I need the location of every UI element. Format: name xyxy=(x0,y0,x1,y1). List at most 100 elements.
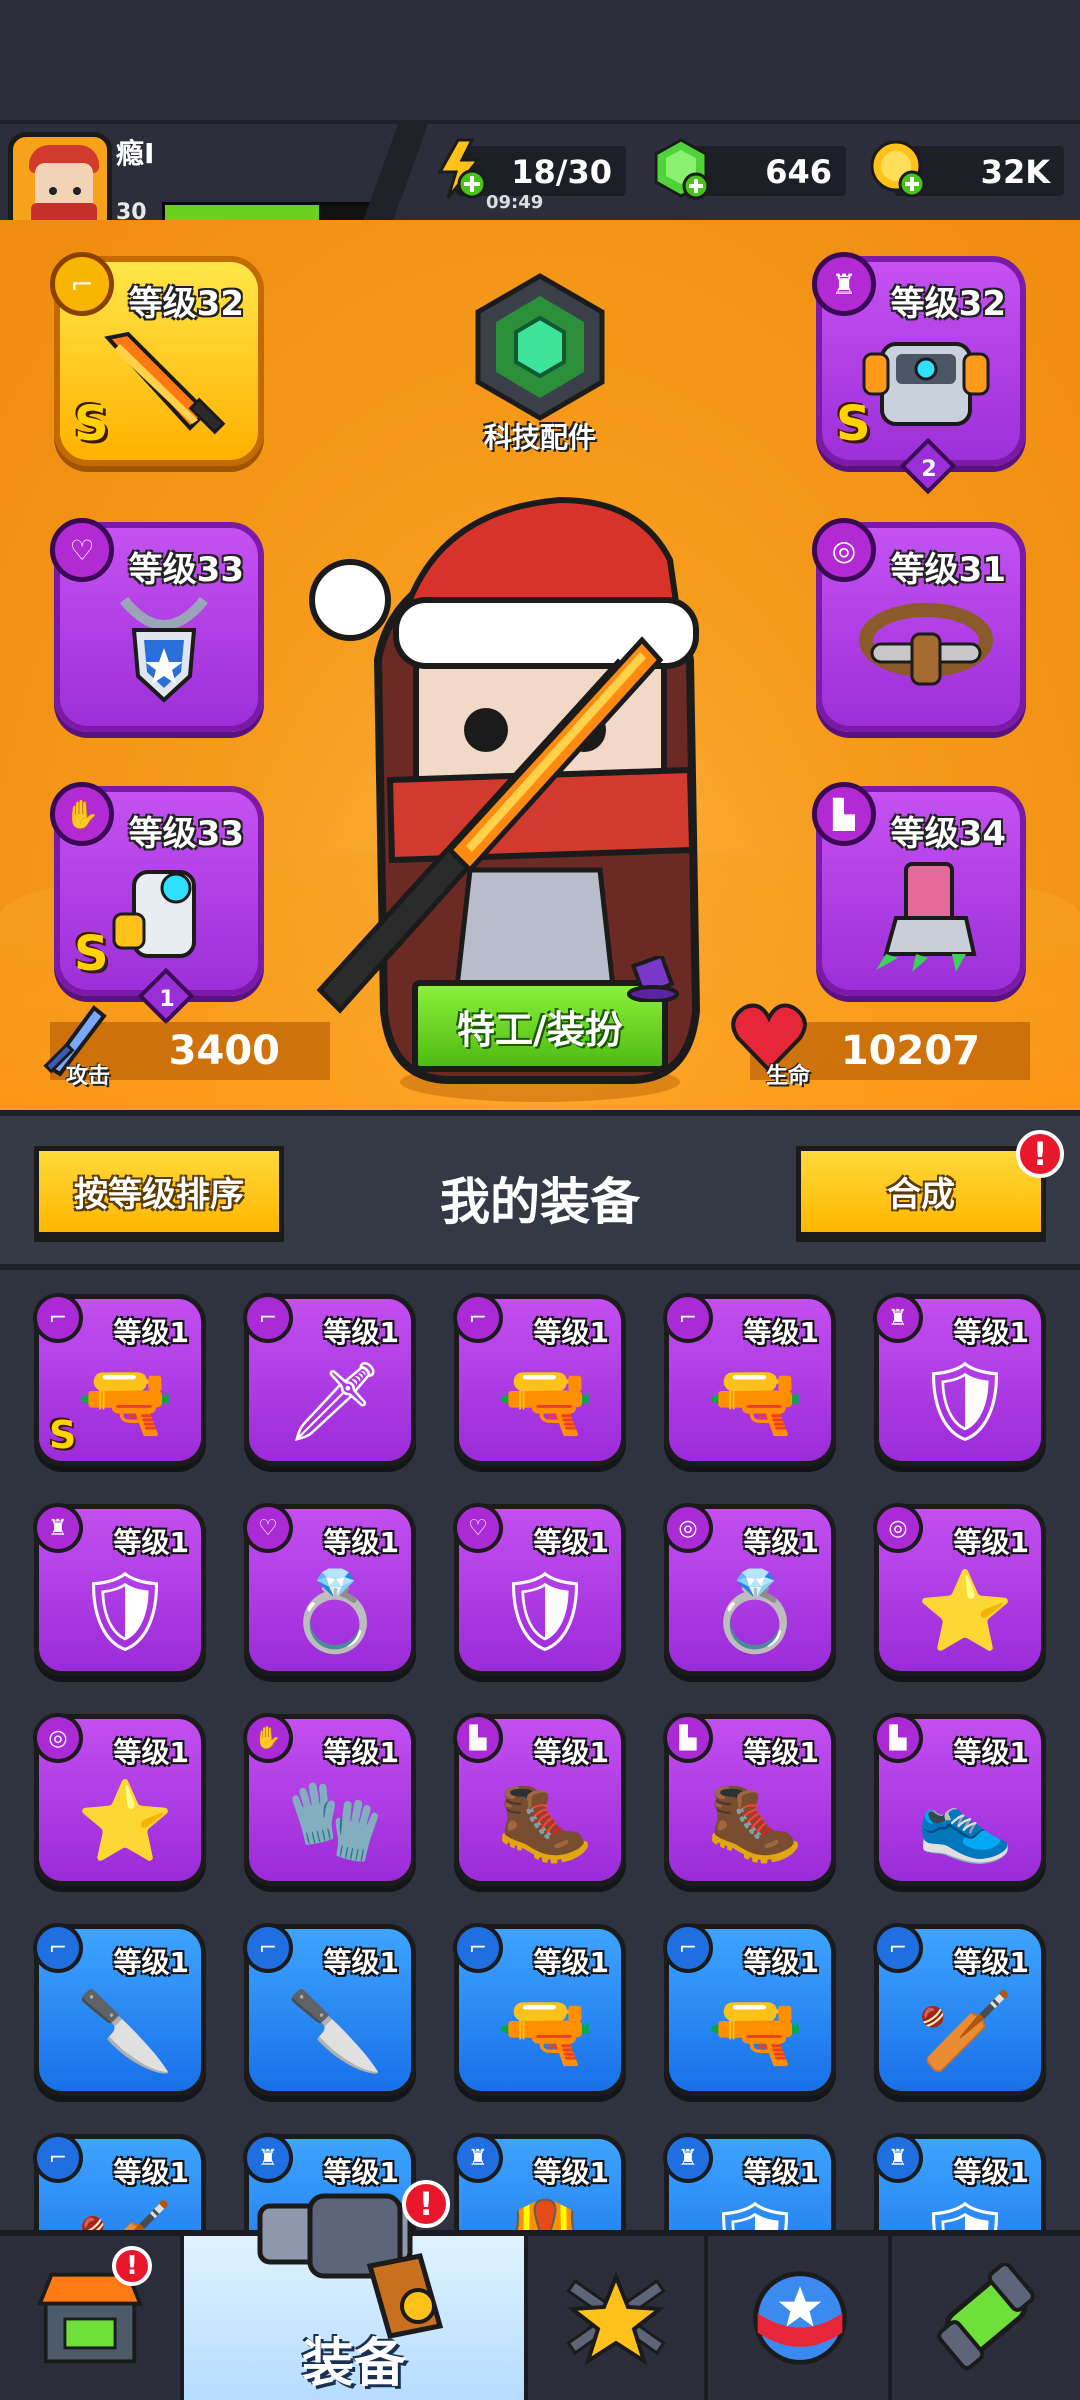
bat-icon: 🏏 xyxy=(916,1986,1014,2077)
flame-sword-icon xyxy=(104,331,226,435)
shirt-icon: ♜ xyxy=(33,1503,83,1553)
inventory-item[interactable]: ⌐ 等级1 🔪 xyxy=(243,1923,416,2096)
inventory-item[interactable]: ♜等级1🛡 xyxy=(33,1503,206,1676)
energy-value: 18/30 xyxy=(511,153,612,191)
equipped-belt-slot[interactable]: ◎ 等级31 xyxy=(812,518,1026,732)
hp-value: 10207 xyxy=(840,1028,980,1074)
gun-icon: ⌐ xyxy=(33,1293,83,1343)
weapon-level: 等级32 xyxy=(128,284,244,324)
inventory-item[interactable]: ⌐ 等级1 🔫 S xyxy=(33,1293,206,1466)
green-gem-plus-icon xyxy=(654,138,710,200)
inventory-item[interactable]: ⌐ 等级1 🔫 xyxy=(453,1293,626,1466)
inventory-item[interactable]: ⌐ 等级1 🔪 xyxy=(33,1923,206,2096)
item-level: 等级1 xyxy=(533,1946,609,1979)
item-level: 等级1 xyxy=(953,1946,1029,1979)
rarity-mark: S xyxy=(836,396,871,452)
inventory-item[interactable]: ⌐ 等级1 🔫 xyxy=(663,1923,836,2096)
item-level: 等级1 xyxy=(743,1736,819,1769)
inventory-grid: ⌐ 等级1 🔫 S ⌐ 等级1 🗡 ⌐ 等级1 🔫 ⌐ 等级1 🔫 ♜ 等级1 🛡 ♜ 等级1 🛡 ♡ 等级1 💍 ♡ 等级1… xyxy=(0,1270,1080,2230)
item-level: 等级1 xyxy=(533,2156,609,2189)
gem-counter[interactable]: 646 xyxy=(654,138,846,200)
inventory-item[interactable]: ⌐ 等级1 🗡 xyxy=(243,1293,416,1466)
plasma-gun-icon: 🔫 xyxy=(76,1356,174,1447)
gun-icon: ⌐ xyxy=(50,252,114,316)
nav-tab-battle[interactable] xyxy=(528,2236,708,2400)
star-level: 2 xyxy=(921,457,937,482)
stone-armor-icon: 🛡 xyxy=(75,1566,175,1657)
gauntlet-icon: 🧤 xyxy=(286,1776,384,1867)
gun-icon: ⌐ xyxy=(33,1923,83,1973)
equipped-boots-slot[interactable]: ▙ 等级34 xyxy=(812,782,1026,996)
inventory-item[interactable]: ♜等级1🛡 xyxy=(873,2133,1046,2231)
inventory-item[interactable]: ⌐等级1🏏 xyxy=(873,1923,1046,2096)
inventory-item[interactable]: ♡ 等级1 🛡 xyxy=(453,1503,626,1676)
armor-icon: 🛡 xyxy=(689,2187,821,2231)
energy-counter[interactable]: 18/30 09:49 xyxy=(437,138,626,213)
attack-label: 攻击 xyxy=(66,1064,111,1089)
sort-by-level-button[interactable]: 按等级排序 xyxy=(34,1146,284,1242)
equipped-weapon-slot[interactable]: ⌐ 等级32 S xyxy=(50,252,264,466)
inventory-item[interactable]: ♡ 等级1 💍 xyxy=(243,1503,416,1676)
armor-icon: 🛡 xyxy=(899,2187,1031,2231)
equipped-gloves-slot[interactable]: ✋ 等级33 S 1 xyxy=(50,782,264,1025)
nav-tab-talents[interactable] xyxy=(712,2236,892,2400)
gold-coin-plus-icon xyxy=(870,140,926,198)
tech-gauntlet-icon xyxy=(112,870,196,958)
kunai-icon: 🗡 xyxy=(285,1356,385,1447)
glove-icon: ✋ xyxy=(50,782,114,846)
character-panel: 科技配件 ⌐ 等级32 S ♜ 等级32 S 2 ♡ 等级33 ◎ 等级31 ✋… xyxy=(0,220,1080,1110)
energy-timer: 09:49 xyxy=(486,192,544,213)
equipment-alert-icon: ! xyxy=(402,2180,450,2228)
inventory-item[interactable]: ♜等级1🦺 xyxy=(453,2133,626,2230)
coin-value: 32K xyxy=(980,153,1050,191)
lightning-plus-icon xyxy=(437,138,487,199)
inventory-item[interactable]: ◎ 等级1 💍 xyxy=(663,1503,836,1676)
star-ball-icon xyxy=(753,2271,847,2365)
equipped-necklace-slot[interactable]: ♡ 等级33 xyxy=(50,518,264,732)
boot-icon: ▙ xyxy=(873,1713,923,1763)
inventory-item[interactable]: ⌐ 等级1 🔫 xyxy=(663,1293,836,1466)
player-name: 瘾I xyxy=(116,137,155,170)
equipped-armor-slot[interactable]: ♜ 等级32 S 2 xyxy=(812,252,1026,495)
top-hud: 瘾I 30 18/30 09:49 646 32K xyxy=(0,120,1080,236)
inventory-item[interactable]: ⌐ 等级1 🔫 xyxy=(453,1923,626,2096)
inventory-item[interactable]: ✋ 等级1 🧤 xyxy=(243,1713,416,1886)
crossed-swords-star-icon xyxy=(566,2271,666,2366)
inventory-item[interactable]: ▙ 等级1 👟 xyxy=(873,1713,1046,1886)
tech-parts-button[interactable]: 科技配件 xyxy=(470,272,610,456)
revolver-icon: 🔫 xyxy=(496,1986,594,2077)
shield-necklace-icon: 🛡 xyxy=(495,1566,595,1657)
belt-level: 等级31 xyxy=(890,550,1006,590)
tech-boot-icon: 👟 xyxy=(916,1776,1014,1867)
nav-tab-evolve[interactable] xyxy=(896,2236,1076,2400)
star-belt-icon: ⭐ xyxy=(76,1776,174,1867)
inventory-item[interactable]: ⌐等级1🏏 xyxy=(33,2133,206,2230)
shirt-icon: ♜ xyxy=(663,2133,713,2183)
inventory-item[interactable]: ♜等级1🛡 xyxy=(873,1293,1046,1466)
shop-alert-icon: ! xyxy=(112,2246,152,2286)
gloves-level: 等级33 xyxy=(128,814,244,854)
item-level: 等级1 xyxy=(113,1316,189,1349)
inventory-item[interactable]: ♜等级1🛡 xyxy=(663,2133,836,2231)
gun-icon: ⌐ xyxy=(663,1293,713,1343)
combat-boot-icon: 🥾 xyxy=(706,1776,804,1867)
inventory-item[interactable]: ▙ 等级1 🥾 xyxy=(453,1713,626,1886)
inventory-item[interactable]: ▙ 等级1 🥾 xyxy=(663,1713,836,1886)
necklace-icon: ♡ xyxy=(50,518,114,582)
hp-label: 生命 xyxy=(766,1064,811,1089)
item-level: 等级1 xyxy=(743,1946,819,1979)
necklace-icon: ♡ xyxy=(243,1503,293,1553)
nav-tab-shop[interactable]: ! xyxy=(0,2236,184,2400)
coin-counter[interactable]: 32K xyxy=(870,140,1064,198)
merge-button[interactable]: 合成 xyxy=(796,1146,1046,1242)
gem-belt-icon: 💍 xyxy=(706,1566,804,1657)
inventory-item[interactable]: ◎ 等级1 ⭐ xyxy=(33,1713,206,1886)
belt-icon: ◎ xyxy=(663,1503,713,1553)
attack-stat: 攻击 3400 xyxy=(43,1005,330,1089)
item-level: 等级1 xyxy=(953,1316,1029,1349)
item-level: 等级1 xyxy=(743,1526,819,1559)
shirt-icon: ♜ xyxy=(873,1293,923,1343)
boot-icon: ▙ xyxy=(453,1713,503,1763)
inventory-item[interactable]: ◎ 等级1 ⭐ xyxy=(873,1503,1046,1676)
item-level: 等级1 xyxy=(533,1736,609,1769)
